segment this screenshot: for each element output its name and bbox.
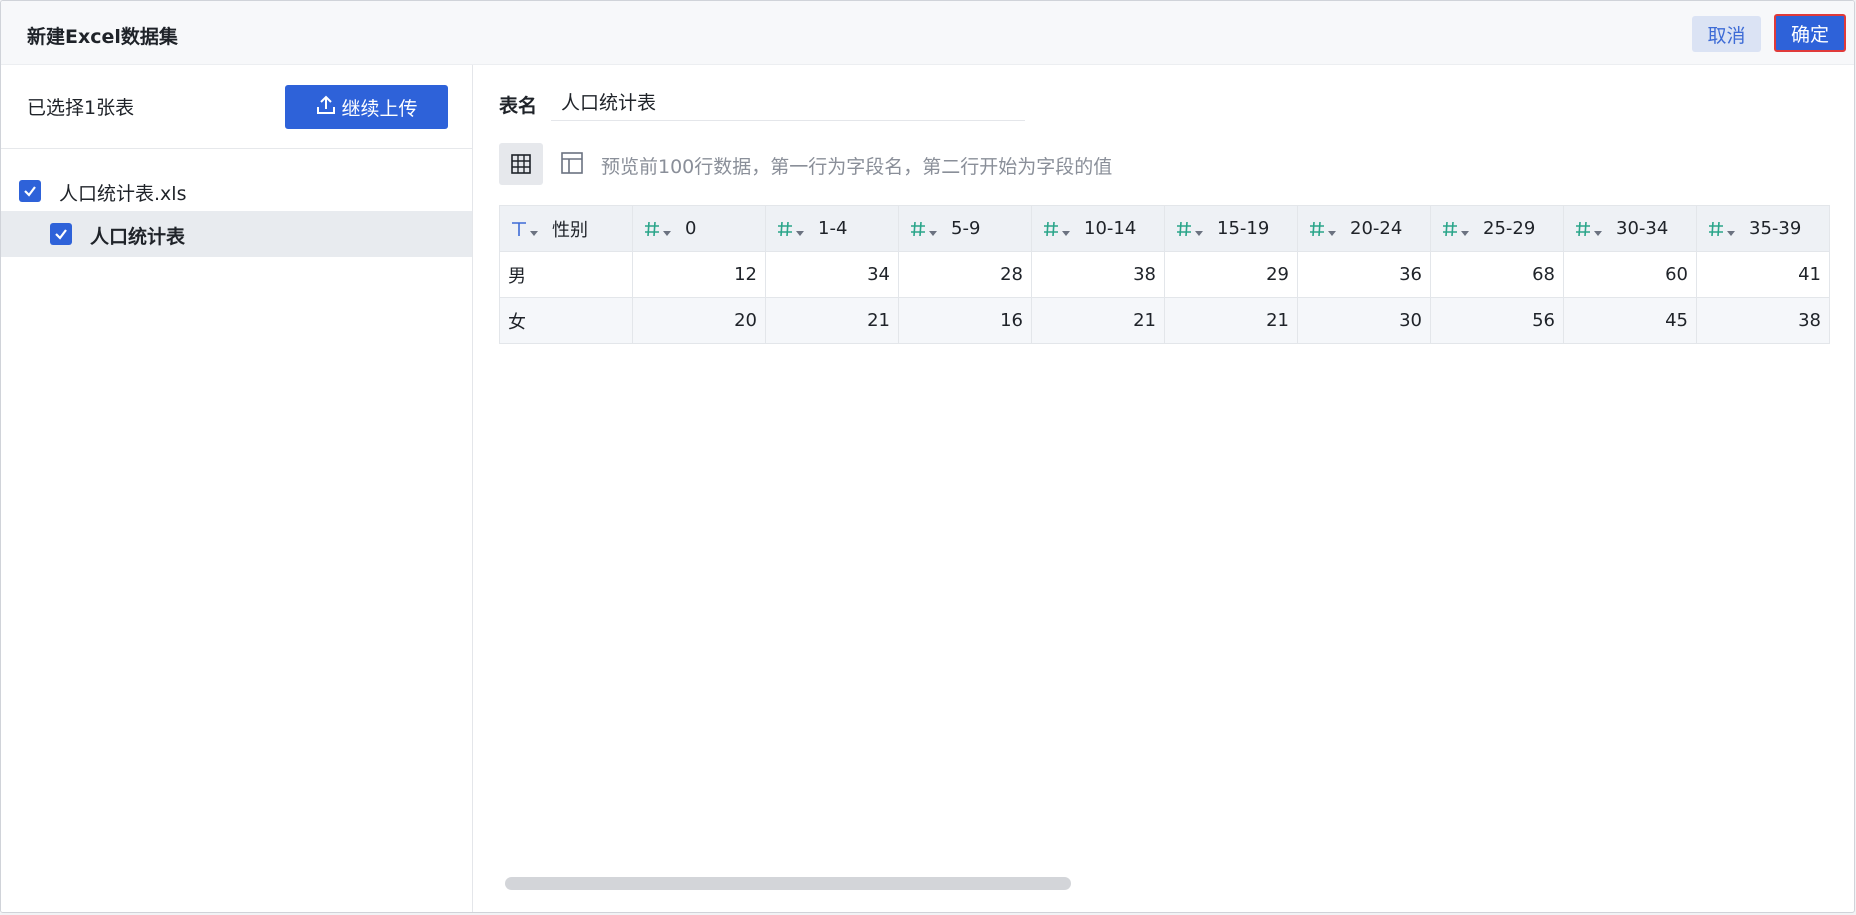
layout-icon[interactable] — [557, 148, 587, 178]
checkbox-checked-icon[interactable] — [19, 180, 41, 202]
table-cell: 34 — [765, 251, 899, 298]
hash-icon[interactable] — [1439, 218, 1461, 240]
new-excel-dataset-dialog: 新建Excel数据集 取消 确定 已选择1张表 继续上传 人口统计表.xls 人… — [0, 0, 1855, 913]
chevron-down-icon[interactable] — [1195, 231, 1203, 236]
column-header-label: 5-9 — [951, 218, 981, 239]
hash-icon[interactable] — [1040, 218, 1062, 240]
table-cell: 21 — [765, 297, 899, 344]
dialog-header: 新建Excel数据集 取消 确定 — [1, 1, 1854, 65]
file-name-label: 人口统计表.xls — [59, 183, 187, 205]
column-header-label: 0 — [685, 218, 697, 239]
table-cell: 56 — [1430, 297, 1564, 344]
hash-icon[interactable] — [1705, 218, 1727, 240]
column-header-label: 20-24 — [1350, 218, 1403, 239]
table-row: 男 12 34 28 38 29 36 68 60 41 — [499, 251, 1830, 298]
dialog-title: 新建Excel数据集 — [27, 26, 178, 48]
sheet-selection-panel: 已选择1张表 继续上传 人口统计表.xls 人口统计表 — [1, 65, 473, 912]
chevron-down-icon[interactable] — [530, 231, 538, 236]
table-cell: 28 — [898, 251, 1032, 298]
continue-upload-button[interactable]: 继续上传 — [285, 85, 448, 129]
column-header[interactable]: 25-29 — [1430, 205, 1564, 252]
chevron-down-icon[interactable] — [796, 231, 804, 236]
checkbox-checked-icon[interactable] — [50, 223, 72, 245]
column-header[interactable]: 5-9 — [898, 205, 1032, 252]
chevron-down-icon[interactable] — [1727, 231, 1735, 236]
preview-hint-text: 预览前100行数据，第一行为字段名，第二行开始为字段的值 — [601, 156, 1113, 178]
table-cell: 21 — [1164, 297, 1298, 344]
column-header-label: 35-39 — [1749, 218, 1802, 239]
table-row: 女 20 21 16 21 21 30 56 45 38 — [499, 297, 1830, 344]
tree-item-sheet[interactable]: 人口统计表 — [1, 211, 472, 257]
table-cell: 30 — [1297, 297, 1431, 344]
table-cell: 41 — [1696, 251, 1830, 298]
column-header-label: 1-4 — [818, 218, 848, 239]
table-cell: 38 — [1696, 297, 1830, 344]
table-cell: 29 — [1164, 251, 1298, 298]
table-cell: 女 — [499, 297, 633, 344]
confirm-button[interactable]: 确定 — [1774, 14, 1846, 52]
table-cell: 16 — [898, 297, 1032, 344]
table-cell: 38 — [1031, 251, 1165, 298]
hash-icon[interactable] — [1306, 218, 1328, 240]
hash-icon[interactable] — [641, 218, 663, 240]
panel-divider — [1, 148, 472, 149]
column-header-label: 性别 — [552, 219, 588, 241]
chevron-down-icon[interactable] — [1328, 231, 1336, 236]
table-cell: 20 — [632, 297, 766, 344]
chevron-down-icon[interactable] — [1461, 231, 1469, 236]
chevron-down-icon[interactable] — [1594, 231, 1602, 236]
table-header-row: 性别 0 1-4 5-9 10-14 15-19 20-24 25-29 30-34 35-39 — [499, 205, 1830, 252]
table-cell: 45 — [1563, 297, 1697, 344]
table-cell: 60 — [1563, 251, 1697, 298]
hash-icon[interactable] — [907, 218, 929, 240]
cancel-button[interactable]: 取消 — [1692, 16, 1761, 52]
preview-panel: 表名 预览前100行数据，第一行为字段名，第二行开始为字段的值 性别 0 1-4 5-… — [473, 65, 1854, 912]
column-header[interactable]: 20-24 — [1297, 205, 1431, 252]
table-name-input[interactable] — [551, 83, 1025, 121]
horizontal-scrollbar[interactable] — [505, 877, 1071, 890]
column-header[interactable]: 35-39 — [1696, 205, 1830, 252]
column-header-label: 30-34 — [1616, 218, 1669, 239]
column-header[interactable]: 30-34 — [1563, 205, 1697, 252]
hash-icon[interactable] — [774, 218, 796, 240]
table-cell: 68 — [1430, 251, 1564, 298]
chevron-down-icon[interactable] — [929, 231, 937, 236]
column-header-label: 10-14 — [1084, 218, 1137, 239]
table-cell: 12 — [632, 251, 766, 298]
column-header[interactable]: 15-19 — [1164, 205, 1298, 252]
chevron-down-icon[interactable] — [663, 231, 671, 236]
column-header-label: 15-19 — [1217, 218, 1270, 239]
continue-upload-label: 继续上传 — [341, 97, 418, 120]
column-header[interactable]: 10-14 — [1031, 205, 1165, 252]
text-type-icon[interactable] — [508, 218, 530, 240]
table-grid-icon[interactable] — [499, 143, 543, 185]
column-header[interactable]: 0 — [632, 205, 766, 252]
selected-count-text: 已选择1张表 — [27, 97, 135, 119]
table-name-label: 表名 — [499, 95, 538, 117]
table-cell: 21 — [1031, 297, 1165, 344]
table-cell: 男 — [499, 251, 633, 298]
chevron-down-icon[interactable] — [1062, 231, 1070, 236]
tree-item-file[interactable]: 人口统计表.xls — [1, 171, 472, 211]
data-preview-table: 性别 0 1-4 5-9 10-14 15-19 20-24 25-29 30-34 35-39 … — [499, 205, 1831, 345]
column-header-label: 25-29 — [1483, 218, 1536, 239]
column-header[interactable]: 性别 — [499, 205, 633, 252]
sheet-name-label: 人口统计表 — [90, 226, 186, 248]
table-cell: 36 — [1297, 251, 1431, 298]
hash-icon[interactable] — [1173, 218, 1195, 240]
upload-icon — [315, 94, 337, 121]
column-header[interactable]: 1-4 — [765, 205, 899, 252]
hash-icon[interactable] — [1572, 218, 1594, 240]
